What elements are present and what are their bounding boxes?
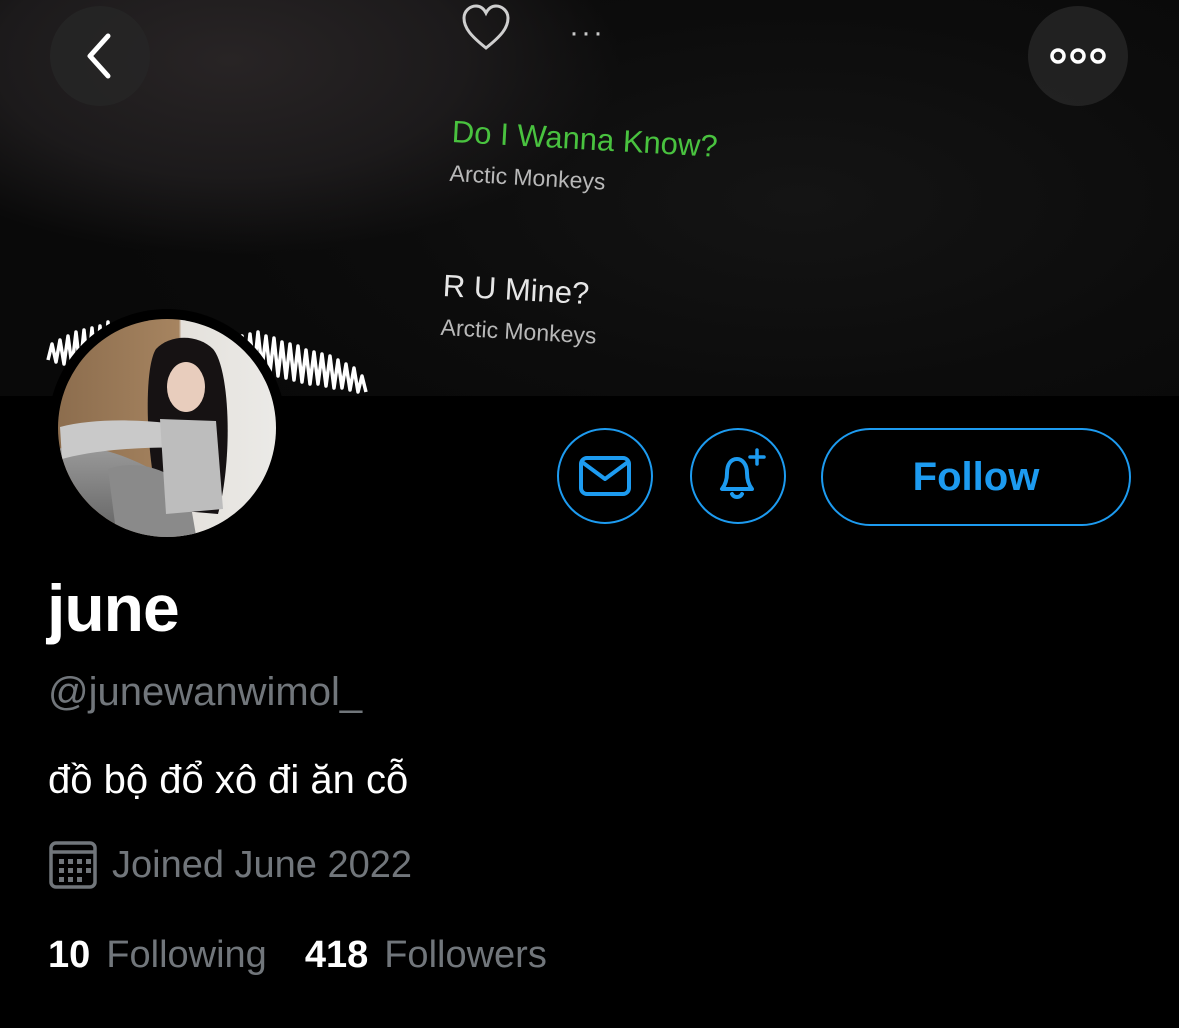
- track-title: R U Mine?: [442, 268, 591, 312]
- following-label: Following: [106, 934, 267, 976]
- follow-button[interactable]: Follow: [821, 428, 1131, 526]
- more-horizontal-icon: [1050, 48, 1106, 64]
- followers-link[interactable]: 418 Followers: [305, 934, 547, 977]
- profile-bio: đồ bộ đổ xô đi ăn cỗ: [48, 758, 409, 802]
- followers-label: Followers: [384, 934, 547, 976]
- track-item: R U Mine? Arctic Monkeys: [440, 268, 600, 350]
- bell-plus-icon: [720, 448, 766, 499]
- joined-text: Joined June 2022: [112, 843, 413, 886]
- user-handle: @junewanwimol_: [48, 670, 363, 714]
- track-item: Do I Wanna Know? Arctic Monkeys: [449, 114, 719, 202]
- following-link[interactable]: 10 Following: [48, 934, 267, 977]
- followers-count: 418: [304, 934, 369, 976]
- follow-stats: 10 Following 418 Followers: [48, 934, 547, 977]
- message-button[interactable]: [557, 428, 653, 524]
- envelope-icon: [579, 456, 631, 496]
- notifications-button[interactable]: [690, 428, 786, 524]
- following-count: 10: [48, 934, 91, 976]
- joined-date: Joined June 2022: [48, 840, 412, 890]
- chevron-left-icon: [87, 33, 111, 79]
- back-button[interactable]: [50, 6, 150, 106]
- now-playing-more-icon: ···: [569, 16, 605, 49]
- display-name: june: [47, 571, 180, 645]
- avatar-photo: [58, 319, 276, 537]
- heart-icon: [462, 4, 510, 50]
- avatar[interactable]: [48, 309, 286, 547]
- calendar-icon: [49, 841, 97, 889]
- more-options-button[interactable]: [1028, 6, 1128, 106]
